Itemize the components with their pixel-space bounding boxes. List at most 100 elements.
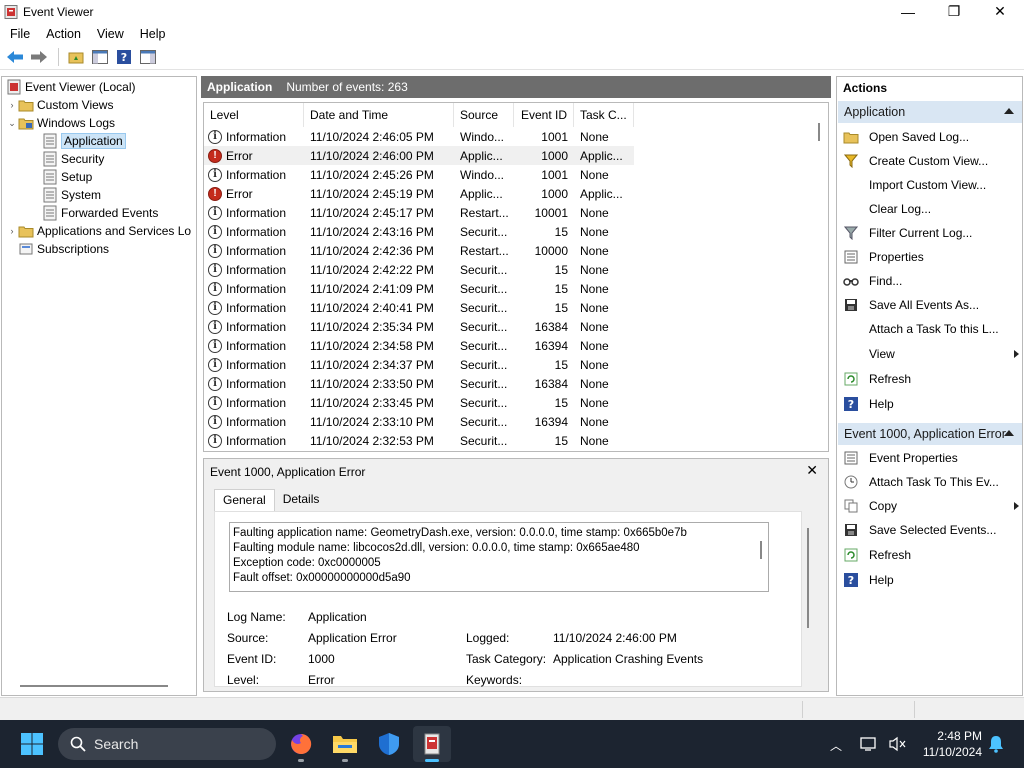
action-clear-log[interactable]: Clear Log... xyxy=(843,199,1019,219)
level-text: Information xyxy=(226,281,287,296)
cell-level: i Information xyxy=(208,260,304,279)
table-row[interactable]: ! Error 11/10/2024 2:45:19 PM Applic... 1000… xyxy=(204,184,634,203)
taskbar-search[interactable]: Search xyxy=(58,728,276,760)
keywords-label: Keywords: xyxy=(466,673,523,687)
tree-horizontal-scrollbar[interactable] xyxy=(20,685,168,687)
taskbar-event-viewer[interactable] xyxy=(413,726,451,762)
action-help[interactable]: ? Help xyxy=(843,394,1019,414)
detail-close-icon[interactable]: ✕ xyxy=(806,462,818,479)
collapse-arrow-icon[interactable]: ⌄ xyxy=(6,118,18,129)
show-hidden-icons-chevron-icon[interactable]: ︿ xyxy=(830,737,842,754)
clock-date: 11/10/2024 xyxy=(922,745,982,759)
help-button[interactable]: ? xyxy=(113,46,135,68)
tree-node-security[interactable]: Security xyxy=(42,150,104,168)
tree-node-root[interactable]: Event Viewer (Local) xyxy=(6,78,136,96)
table-row[interactable]: i Information 11/10/2024 2:42:36 PM Restart… xyxy=(204,241,634,260)
column-header-source[interactable]: Source xyxy=(454,103,514,127)
tree-node-custom-views[interactable]: › Custom Views xyxy=(6,96,114,114)
tree-node-application[interactable]: Application xyxy=(42,132,126,150)
table-row[interactable]: ! Error 11/10/2024 2:46:00 PM Applic... 1000… xyxy=(204,146,634,165)
tree-node-system[interactable]: System xyxy=(42,186,101,204)
collapse-triangle-icon[interactable] xyxy=(1004,430,1014,436)
show-action-pane-button[interactable] xyxy=(137,46,159,68)
table-row[interactable]: i Information 11/10/2024 2:45:17 PM Restart… xyxy=(204,203,634,222)
table-row[interactable]: i Information 11/10/2024 2:45:26 PM Windo..… xyxy=(204,165,634,184)
tab-general[interactable]: General xyxy=(214,489,275,511)
tree-node-setup[interactable]: Setup xyxy=(42,168,92,186)
information-icon: i xyxy=(208,319,222,334)
close-button[interactable]: ✕ xyxy=(977,0,1023,23)
collapse-triangle-icon[interactable] xyxy=(1004,108,1014,114)
table-row[interactable]: i Information 11/10/2024 2:33:10 PM Securit… xyxy=(204,412,634,431)
taskbar-clock[interactable]: 2:48 PM 11/10/2024 xyxy=(912,728,982,760)
grid-vertical-scrollbar[interactable] xyxy=(818,123,820,141)
forward-button[interactable] xyxy=(28,46,50,68)
cell-source: Securit... xyxy=(460,376,508,391)
cell-task-category: None xyxy=(580,300,609,315)
table-row[interactable]: i Information 11/10/2024 2:41:09 PM Securit… xyxy=(204,279,634,298)
menu-action[interactable]: Action xyxy=(38,27,89,41)
maximize-button[interactable]: ❐ xyxy=(931,0,977,23)
table-row[interactable]: i Information 11/10/2024 2:46:05 PM Windo..… xyxy=(204,127,634,146)
action-import-custom-view[interactable]: Import Custom View... xyxy=(843,175,1019,195)
action-open-saved-log[interactable]: Open Saved Log... xyxy=(843,127,1019,147)
action-view[interactable]: View xyxy=(843,344,1019,364)
tree-node-forwarded-events[interactable]: Forwarded Events xyxy=(42,204,158,222)
back-button[interactable] xyxy=(4,46,26,68)
action-properties[interactable]: Properties xyxy=(843,247,1019,267)
table-row[interactable]: i Information 11/10/2024 2:34:37 PM Securit… xyxy=(204,355,634,374)
taskbar-firefox[interactable] xyxy=(282,726,320,762)
table-row[interactable]: i Information 11/10/2024 2:40:41 PM Securit… xyxy=(204,298,634,317)
action-find[interactable]: Find... xyxy=(843,271,1019,291)
action-create-custom-view[interactable]: Create Custom View... xyxy=(843,151,1019,171)
notification-bell-icon[interactable] xyxy=(988,735,1004,753)
column-header-level[interactable]: Level xyxy=(204,103,304,127)
tree-node-apps-services[interactable]: › Applications and Services Lo xyxy=(6,222,192,240)
table-row[interactable]: i Information 11/10/2024 2:32:53 PM Securit… xyxy=(204,431,634,450)
action-attach-task-to-log[interactable]: Attach a Task To this L... xyxy=(843,319,1019,339)
table-row[interactable]: i Information 11/10/2024 2:33:45 PM Securit… xyxy=(204,393,634,412)
table-row[interactable]: i Information 11/10/2024 2:42:22 PM Securit… xyxy=(204,260,634,279)
volume-muted-icon[interactable] xyxy=(888,736,906,752)
action-event-properties[interactable]: Event Properties xyxy=(843,448,1019,468)
actions-section-application[interactable]: Application xyxy=(838,101,1022,123)
table-row[interactable]: i Information 11/10/2024 2:43:16 PM Securit… xyxy=(204,222,634,241)
action-save-all-events[interactable]: Save All Events As... xyxy=(843,295,1019,315)
show-hide-tree-button[interactable] xyxy=(89,46,111,68)
action-refresh[interactable]: Refresh xyxy=(843,545,1019,565)
detail-vertical-scrollbar[interactable] xyxy=(807,528,809,628)
up-folder-button[interactable] xyxy=(65,46,87,68)
expand-arrow-icon[interactable]: › xyxy=(6,226,18,236)
tree-label-subscriptions: Subscriptions xyxy=(37,242,110,256)
action-refresh[interactable]: Refresh xyxy=(843,369,1019,389)
network-icon[interactable] xyxy=(860,736,878,752)
actions-section-event[interactable]: Event 1000, Application Error xyxy=(838,423,1022,445)
menu-file[interactable]: File xyxy=(0,27,38,41)
column-header-task-category[interactable]: Task C... xyxy=(574,103,634,127)
minimize-button[interactable]: — xyxy=(885,0,931,23)
table-row[interactable]: i Information 11/10/2024 2:35:34 PM Securit… xyxy=(204,317,634,336)
event-message-box[interactable]: Faulting application name: GeometryDash.… xyxy=(229,522,769,592)
menu-help[interactable]: Help xyxy=(132,27,174,41)
tab-details[interactable]: Details xyxy=(275,489,328,511)
column-header-date[interactable]: Date and Time xyxy=(304,103,454,127)
menu-view[interactable]: View xyxy=(89,27,132,41)
action-attach-task-to-event[interactable]: Attach Task To This Ev... xyxy=(843,472,1019,492)
action-copy[interactable]: Copy xyxy=(843,496,1019,516)
action-filter-current-log[interactable]: Filter Current Log... xyxy=(843,223,1019,243)
taskbar-file-explorer[interactable] xyxy=(326,726,364,762)
windows-start-icon[interactable] xyxy=(20,732,44,756)
taskbar-security[interactable] xyxy=(370,726,408,762)
cell-level: ! Error xyxy=(208,184,304,203)
column-header-event-id[interactable]: Event ID xyxy=(514,103,574,127)
cell-date: 11/10/2024 2:40:41 PM xyxy=(310,300,434,315)
action-help[interactable]: ? Help xyxy=(843,570,1019,590)
cell-level: i Information xyxy=(208,374,304,393)
action-save-selected-events[interactable]: Save Selected Events... xyxy=(843,520,1019,540)
table-row[interactable]: i Information 11/10/2024 2:33:50 PM Securit… xyxy=(204,374,634,393)
message-scrollbar[interactable] xyxy=(760,541,762,559)
expand-arrow-icon[interactable]: › xyxy=(6,100,18,110)
table-row[interactable]: i Information 11/10/2024 2:34:58 PM Securit… xyxy=(204,336,634,355)
tree-node-subscriptions[interactable]: Subscriptions xyxy=(18,240,109,258)
tree-node-windows-logs[interactable]: ⌄ Windows Logs xyxy=(6,114,115,132)
